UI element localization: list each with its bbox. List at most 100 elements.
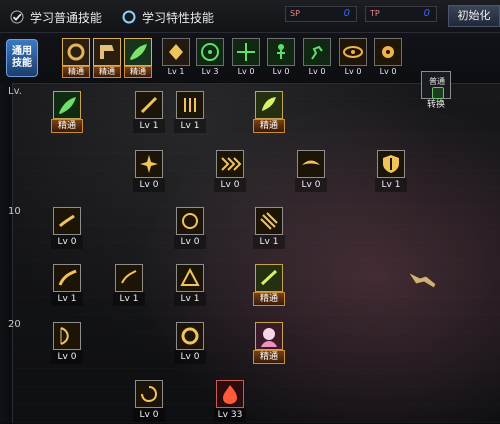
common-skill-slot[interactable]: Lv 0 bbox=[339, 38, 367, 78]
skill-icon[interactable]: Lv 33 bbox=[214, 380, 246, 424]
eagle-icon bbox=[297, 150, 325, 178]
common-skill-slot[interactable]: Lv 0 bbox=[374, 38, 402, 78]
skill-icon[interactable]: 精通 bbox=[51, 91, 83, 135]
runner-icon bbox=[303, 38, 331, 66]
claw-icon bbox=[255, 207, 283, 235]
common-skill-slot[interactable]: 精通 bbox=[62, 38, 90, 78]
skill-icon[interactable]: 精通 bbox=[253, 91, 285, 135]
skill-level: Lv 0 bbox=[379, 67, 397, 76]
burst-icon bbox=[135, 150, 163, 178]
common-skill-slot[interactable]: Lv 1 bbox=[162, 38, 190, 78]
skill-icon[interactable]: Lv 0 bbox=[174, 207, 206, 251]
crosshair-icon bbox=[232, 38, 260, 66]
common-skill-slot[interactable]: Lv 0 bbox=[267, 38, 295, 78]
tab-learn-special-skills[interactable]: 学习特性技能 bbox=[122, 8, 214, 26]
flower-icon bbox=[374, 38, 402, 66]
sparkle-icon bbox=[255, 264, 283, 292]
skill-level: Lv 1 bbox=[133, 119, 165, 133]
flame-icon bbox=[216, 380, 244, 408]
tab-label: 学习特性技能 bbox=[142, 10, 215, 25]
swing-icon bbox=[53, 264, 81, 292]
common-skill-slot[interactable]: Lv 0 bbox=[303, 38, 331, 78]
skill-level: Lv 1 bbox=[113, 292, 145, 306]
radio-icon bbox=[122, 10, 136, 24]
skill-icon[interactable]: Lv 0 bbox=[51, 207, 83, 251]
arc-icon bbox=[115, 264, 143, 292]
skill-icon[interactable]: Lv 0 bbox=[133, 380, 165, 424]
common-skill-slot[interactable]: 精通 bbox=[93, 38, 121, 78]
sp-value: 0 bbox=[343, 8, 350, 19]
skill-icon[interactable]: 精通 bbox=[253, 322, 285, 366]
leaf-icon bbox=[53, 91, 81, 119]
ring-icon bbox=[62, 38, 90, 66]
wing-icon bbox=[162, 38, 190, 66]
skill-level: Lv 1 bbox=[375, 178, 407, 192]
wing-icon bbox=[255, 91, 283, 119]
skill-level: Lv 0 bbox=[237, 67, 255, 76]
eye-icon bbox=[339, 38, 367, 66]
check-icon bbox=[10, 10, 24, 24]
skill-icon[interactable]: Lv 1 bbox=[253, 207, 285, 251]
sp-label: SP bbox=[290, 9, 300, 18]
level-label: 10 bbox=[8, 206, 21, 217]
skill-icon[interactable]: Lv 0 bbox=[214, 150, 246, 194]
skill-level: Lv 3 bbox=[201, 67, 219, 76]
reset-button[interactable]: 初始化 bbox=[448, 5, 500, 27]
skill-level: Lv 0 bbox=[51, 350, 83, 364]
portrait-icon bbox=[255, 322, 283, 350]
skill-icon[interactable]: Lv 1 bbox=[375, 150, 407, 194]
shield-icon bbox=[377, 150, 405, 178]
tp-value: 0 bbox=[423, 8, 430, 19]
level-label: 20 bbox=[8, 319, 21, 330]
skill-icon[interactable]: Lv 1 bbox=[113, 264, 145, 308]
skill-level: Lv 0 bbox=[214, 178, 246, 192]
skill-level: Lv 0 bbox=[308, 67, 326, 76]
figure-icon bbox=[267, 38, 295, 66]
skill-level: 精通 bbox=[93, 66, 121, 78]
skill-level: 精通 bbox=[253, 119, 285, 133]
orb-icon bbox=[176, 207, 204, 235]
skill-level: Lv 1 bbox=[253, 235, 285, 249]
tp-counter: TP 0 bbox=[365, 6, 437, 22]
skill-icon[interactable]: Lv 1 bbox=[174, 91, 206, 135]
common-skill-slot[interactable]: Lv 0 bbox=[232, 38, 260, 78]
skill-icon[interactable]: Lv 1 bbox=[51, 264, 83, 308]
skill-icon[interactable]: Lv 0 bbox=[174, 322, 206, 366]
arrow-rain-icon bbox=[176, 91, 204, 119]
sp-counter: SP 0 bbox=[285, 6, 357, 22]
common-skills-label: 通用 技能 bbox=[6, 39, 38, 77]
triangle-icon bbox=[176, 264, 204, 292]
skill-level: 精通 bbox=[124, 66, 152, 78]
skill-level: Lv 0 bbox=[133, 178, 165, 192]
skill-level: Lv 33 bbox=[214, 408, 246, 422]
common-skills-label-line1: 通用 bbox=[12, 46, 32, 57]
level-label: Lv. bbox=[8, 86, 22, 97]
skill-icon[interactable]: Lv 1 bbox=[174, 264, 206, 308]
skill-icon[interactable]: Lv 0 bbox=[51, 322, 83, 366]
chevrons-icon bbox=[216, 150, 244, 178]
common-skills-label-line2: 技能 bbox=[12, 58, 32, 69]
skill-level: 精通 bbox=[253, 350, 285, 364]
skill-level: Lv 1 bbox=[51, 292, 83, 306]
kick-icon bbox=[53, 207, 81, 235]
skill-icon[interactable]: Lv 1 bbox=[133, 91, 165, 135]
skill-icon[interactable]: Lv 0 bbox=[133, 150, 165, 194]
mouse-cursor bbox=[406, 266, 440, 296]
skill-level: Lv 0 bbox=[295, 178, 327, 192]
tab-learn-normal-skills[interactable]: 学习普通技能 bbox=[10, 8, 102, 26]
leaf-icon bbox=[124, 38, 152, 66]
common-skill-slot[interactable]: 精通 bbox=[124, 38, 152, 78]
skill-icon[interactable]: 精通 bbox=[253, 264, 285, 308]
skill-icon[interactable]: Lv 0 bbox=[295, 150, 327, 194]
skill-level: Lv 1 bbox=[174, 292, 206, 306]
spin-icon bbox=[135, 380, 163, 408]
skill-level: Lv 1 bbox=[174, 119, 206, 133]
tab-label: 学习普通技能 bbox=[30, 10, 103, 25]
common-skills-row: 通用 技能 精通 精通 精通 Lv 1 Lv 3 Lv 0 Lv 0 Lv 0 … bbox=[0, 33, 500, 110]
ring-icon bbox=[176, 322, 204, 350]
skill-level: Lv 1 bbox=[167, 67, 185, 76]
skill-level: Lv 0 bbox=[344, 67, 362, 76]
common-skill-slot[interactable]: Lv 3 bbox=[196, 38, 224, 78]
skill-level: 精通 bbox=[51, 119, 83, 133]
skill-level: Lv 0 bbox=[174, 235, 206, 249]
